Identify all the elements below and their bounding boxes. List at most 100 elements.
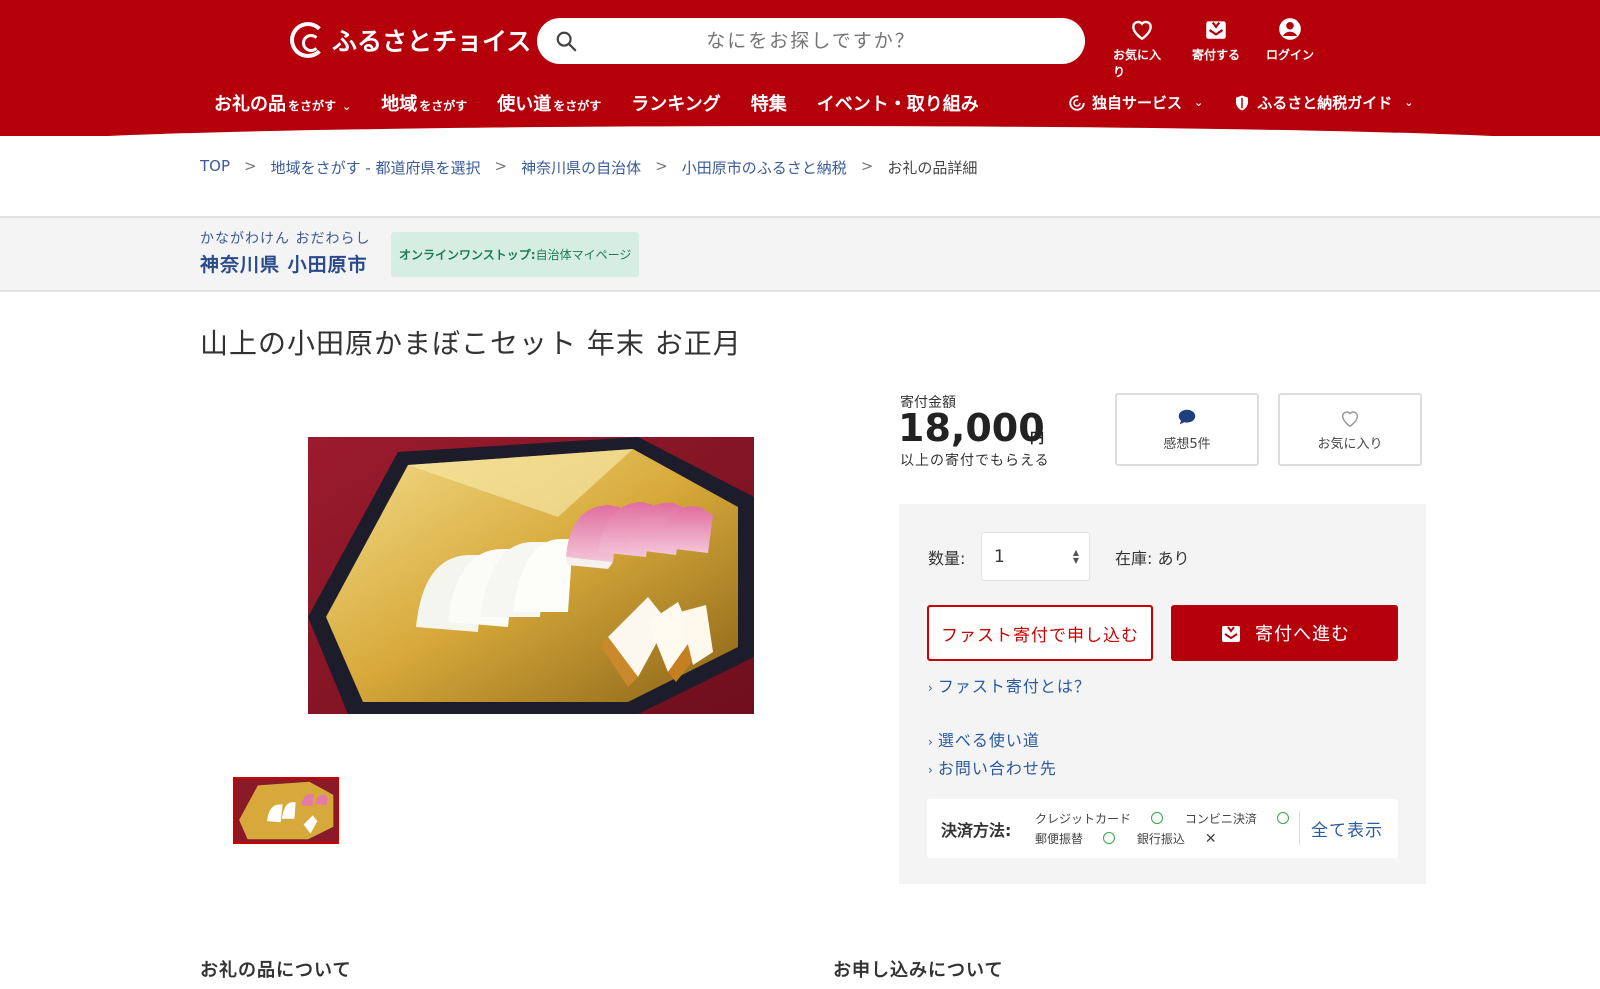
stock-label: 在庫:: [1115, 549, 1153, 568]
nav-gifts[interactable]: お礼の品 をさがす ⌄: [214, 90, 351, 116]
speech-bubble-icon: [1178, 409, 1196, 425]
payment-postal: 郵便振替: [1035, 832, 1084, 846]
chevron-right-icon: ›: [928, 681, 934, 695]
fast-donate-info-link[interactable]: › ファスト寄付とは？: [928, 673, 1091, 697]
municipality-name[interactable]: 神奈川県 小田原市: [200, 250, 368, 277]
about-gift-heading: お礼の品について: [200, 960, 352, 981]
available-icon: [1151, 812, 1164, 824]
payment-list: クレジットカード コンビニ決済 郵便振替 銀行振込 ✕: [1035, 809, 1307, 849]
payment-item: クレジットカード: [1035, 812, 1164, 826]
price-unit: 円: [1030, 431, 1044, 447]
show-all-payments-link[interactable]: 全て表示: [1311, 816, 1383, 841]
available-icon: [1103, 832, 1116, 844]
logo-icon: [290, 22, 326, 58]
nav-events[interactable]: イベント・取り組み: [817, 90, 979, 116]
nav-ranking-label: ランキング: [631, 94, 721, 115]
secondary-nav: 独自サービス ⌄ ふるさと納税ガイド ⌄: [1068, 92, 1413, 113]
thumbnail-photo: [235, 779, 337, 842]
usage-link[interactable]: › 選べる使い道: [928, 727, 1040, 751]
shield-icon: [1236, 95, 1249, 110]
breadcrumb-separator: >: [860, 157, 874, 175]
user-icon: [1279, 18, 1301, 40]
breadcrumb-separator: >: [494, 157, 508, 175]
payment-bank: 銀行振込: [1136, 832, 1185, 846]
chevron-down-icon: ⌄: [342, 100, 352, 113]
nav-usage[interactable]: 使い道 をさがす: [497, 90, 601, 116]
stock-status: 在庫: あり: [1115, 545, 1190, 569]
header-icon-bar: お気に入り 寄付する ログイン: [1113, 16, 1319, 80]
breadcrumb-separator: >: [655, 157, 668, 175]
contact-link-label: お問い合わせ先: [937, 759, 1057, 778]
product-main-image[interactable]: [308, 437, 754, 714]
donate-button-label: 寄付へ進む: [1255, 624, 1350, 645]
kamaboko-photo: [308, 437, 754, 714]
payment-credit: クレジットカード: [1035, 812, 1132, 826]
donate-icon: [1206, 21, 1226, 39]
quantity-value: 1: [994, 546, 1005, 567]
nav-features[interactable]: 特集: [751, 90, 787, 116]
nav-usage-suffix: をさがす: [553, 99, 602, 113]
login-label: ログイン: [1265, 48, 1314, 62]
donate-button[interactable]: 寄付へ進む: [1171, 605, 1398, 661]
municipality-kana: かながわけん おだわらし: [200, 231, 371, 247]
breadcrumb-city[interactable]: 小田原市のふるさと納税: [682, 157, 847, 178]
nav-region[interactable]: 地域 をさがす: [381, 90, 467, 116]
nav-ranking[interactable]: ランキング: [631, 90, 720, 116]
nav-original-services-label: 独自サービス: [1092, 94, 1183, 112]
breadcrumb: TOP > 地域をさがす - 都道府県を選択 > 神奈川県の自治体 > 小田原市…: [200, 157, 977, 178]
login-link[interactable]: ログイン: [1261, 16, 1319, 80]
fast-donate-info-label: ファスト寄付とは？: [937, 677, 1091, 696]
nav-original-services[interactable]: 独自サービス ⌄: [1068, 92, 1203, 113]
select-arrows-icon: ▲ ▼: [1072, 548, 1079, 565]
usage-link-label: 選べる使い道: [937, 731, 1040, 750]
nav-tax-guide[interactable]: ふるさと納税ガイド ⌄: [1233, 92, 1413, 113]
onestop-label: オンラインワンストップ:: [399, 248, 536, 262]
favorite-label: お気に入り: [1317, 437, 1383, 452]
search-icon[interactable]: [555, 30, 577, 52]
chevron-down-icon: ⌄: [1404, 96, 1414, 109]
reviews-button[interactable]: 感想5件: [1115, 393, 1259, 466]
product-thumbnail[interactable]: [233, 777, 339, 844]
reviews-label: 感想5件: [1163, 437, 1211, 452]
payment-item: 郵便振替: [1035, 832, 1116, 846]
product-title: 山上の小田原かまぼこセット 年末 お正月: [200, 327, 742, 360]
quantity-select[interactable]: 1 ▲ ▼: [981, 532, 1090, 581]
chevron-right-icon: ›: [928, 763, 934, 777]
donate-label: 寄付する: [1191, 48, 1240, 62]
breadcrumb-current: お礼の品詳細: [887, 159, 978, 177]
chevron-right-icon: ›: [928, 735, 934, 749]
favorite-button[interactable]: お気に入り: [1278, 393, 1422, 466]
quantity-label: 数量:: [928, 549, 966, 568]
breadcrumb-region[interactable]: 地域をさがす - 都道府県を選択: [271, 157, 481, 178]
price-note: 以上の寄付でもらえる: [900, 453, 1050, 469]
site-header: ふるさとチョイス お気に入り 寄付する ログイン お礼の品をさがす⌄ 地域をさが…: [0, 0, 1600, 146]
logo-text: ふるさとチョイス: [332, 27, 532, 56]
nav-region-label: 地域: [381, 94, 418, 115]
favorites-label: お気に入り: [1113, 48, 1162, 79]
search-input[interactable]: [537, 18, 1085, 64]
available-icon: [1276, 812, 1289, 824]
about-application-heading: お申し込みについて: [833, 960, 1004, 981]
payment-label: 決済方法:: [941, 821, 1012, 840]
favorites-link[interactable]: お気に入り: [1113, 16, 1171, 80]
nav-features-label: 特集: [750, 94, 787, 115]
contact-link[interactable]: › お問い合わせ先: [928, 755, 1057, 779]
site-logo[interactable]: ふるさとチョイス: [290, 22, 531, 58]
donate-icon: [1222, 626, 1240, 642]
search-bar: [537, 18, 1085, 64]
onestop-badge[interactable]: オンラインワンストップ: 自治体マイページ: [391, 232, 640, 277]
breadcrumb-prefecture[interactable]: 神奈川県の自治体: [521, 157, 641, 178]
chevron-down-icon: ⌄: [1194, 96, 1204, 109]
nav-gifts-label: お礼の品: [214, 94, 286, 115]
fast-donate-button[interactable]: ファスト寄付で申し込む: [927, 605, 1153, 661]
breadcrumb-top[interactable]: TOP: [200, 157, 230, 178]
payment-methods: 決済方法: クレジットカード コンビニ決済 郵便振替 銀行振込 ✕ 全て表示: [927, 799, 1398, 858]
nav-tax-guide-label: ふるさと納税ガイド: [1257, 94, 1393, 112]
donate-link[interactable]: 寄付する: [1187, 16, 1245, 80]
onestop-link: 自治体マイページ: [535, 248, 632, 262]
nav-region-suffix: をさがす: [419, 99, 468, 113]
heart-icon: [1132, 20, 1152, 41]
nav-usage-label: 使い道: [497, 94, 552, 115]
choice-icon: [1069, 94, 1085, 111]
payment-convenience: コンビニ決済: [1184, 812, 1257, 826]
